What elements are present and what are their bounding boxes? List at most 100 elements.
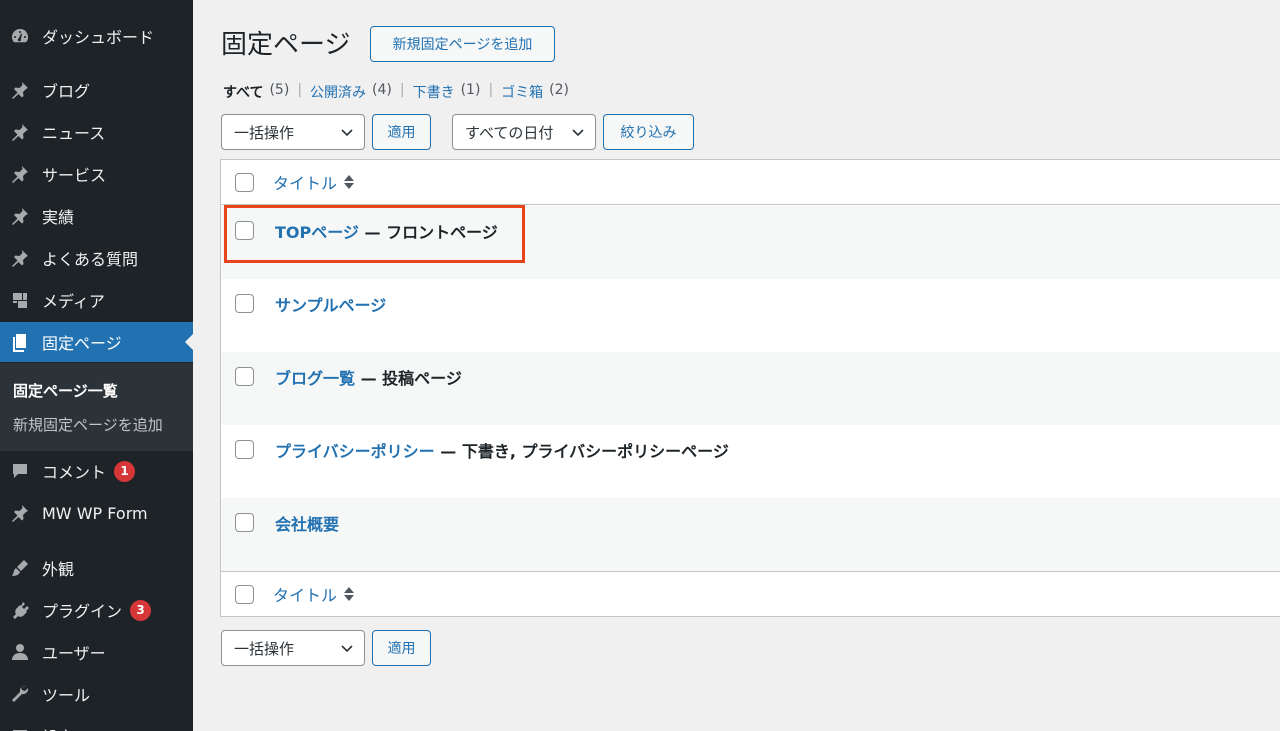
sidebar-item-faq[interactable]: よくある質問 (0, 238, 193, 278)
sort-icon (343, 174, 355, 190)
pin-icon (10, 80, 30, 100)
page-title-link[interactable]: サンプルページ (275, 296, 386, 315)
table-header: タイトル (221, 160, 1280, 205)
bulk-action-value: 一括操作 (234, 123, 295, 142)
select-all-checkbox[interactable] (235, 172, 254, 192)
sidebar-item-label: メディア (42, 292, 105, 311)
bulk-action-select-bottom[interactable]: 一括操作 (221, 630, 365, 666)
sidebar-item-label: 外観 (42, 560, 75, 579)
row-checkbox[interactable] (235, 221, 254, 240)
status-filter-links: すべて (5) | 公開済み (4) | 下書き (1) | ゴミ箱 (2) (223, 82, 569, 102)
sidebar-item-tools[interactable]: ツール (0, 674, 193, 714)
sidebar-item-works[interactable]: 実績 (0, 196, 193, 236)
column-title-footer[interactable]: タイトル (273, 582, 355, 606)
page-state: — 下書き, プライバシーポリシーページ (434, 442, 729, 461)
apply-button-bottom[interactable]: 適用 (372, 630, 431, 666)
page-title-link[interactable]: TOPページ (275, 223, 359, 242)
chevron-down-icon (571, 125, 585, 139)
row-checkbox[interactable] (235, 294, 254, 313)
sidebar-item-settings[interactable]: 設定 (0, 716, 193, 731)
filter-trash-count: (2) (549, 82, 569, 98)
page-title-link[interactable]: プライバシーポリシー (275, 442, 435, 461)
sidebar-item-label: ユーザー (42, 644, 106, 663)
sidebar-item-label: よくある質問 (42, 250, 139, 269)
sidebar-item-blog[interactable]: ブログ (0, 70, 193, 110)
plugin-icon (10, 600, 30, 620)
row-checkbox[interactable] (235, 440, 254, 459)
filter-draft-count: (1) (460, 82, 481, 98)
page-title-link[interactable]: ブログ一覧 (275, 369, 355, 388)
filter-separator: | (488, 82, 494, 98)
filter-trash[interactable]: ゴミ箱 (501, 82, 543, 102)
sidebar-item-comments[interactable]: コメント 1 (0, 451, 193, 491)
pin-icon (10, 122, 30, 142)
sidebar-item-appearance[interactable]: 外観 (0, 548, 193, 588)
sidebar-item-label: サービス (42, 166, 107, 185)
pin-icon (10, 206, 30, 226)
sidebar-item-label: ツール (42, 686, 91, 705)
apply-button-top[interactable]: 適用 (372, 114, 431, 150)
table-footer: タイトル (221, 571, 1280, 616)
sidebar-item-news[interactable]: ニュース (0, 112, 193, 152)
sidebar-item-service[interactable]: サービス (0, 154, 193, 194)
pin-icon (10, 503, 30, 523)
pages-submenu: 固定ページ一覧 新規固定ページを追加 (0, 363, 193, 451)
page-title-link[interactable]: 会社概要 (275, 515, 339, 534)
column-title-label: タイトル (273, 174, 338, 193)
comment-icon (10, 461, 30, 481)
sidebar-item-dashboard[interactable]: ダッシュボード (0, 16, 193, 56)
settings-icon (10, 726, 30, 731)
sidebar-item-mw-wp-form[interactable]: MW WP Form (0, 493, 193, 533)
table-row: サンプルページ (221, 279, 1280, 352)
sidebar-item-label: 実績 (42, 208, 75, 227)
sort-icon (343, 586, 355, 602)
bulk-action-select-top[interactable]: 一括操作 (221, 114, 365, 150)
page-state: — フロントページ (358, 223, 498, 242)
sidebar-item-plugins[interactable]: プラグイン 3 (0, 590, 193, 630)
pin-icon (10, 248, 30, 268)
admin-sidebar: ダッシュボード ブログ ニュース サービス 実績 よくある質問 メディア 固定ペ… (0, 0, 193, 731)
add-new-page-button[interactable]: 新規固定ページを追加 (370, 26, 555, 62)
pages-table: タイトル TOPページ — フロントページ サンプルページ ブログ一覧 — 投稿… (220, 159, 1280, 617)
page-state: — 投稿ページ (355, 369, 462, 388)
dashboard-icon (10, 26, 30, 46)
brush-icon (10, 558, 30, 578)
page-title: 固定ページ (221, 30, 351, 60)
date-filter-value: すべての日付 (465, 123, 554, 142)
select-all-checkbox-bottom[interactable] (235, 584, 254, 604)
filter-all-count: (5) (269, 82, 290, 98)
chevron-down-icon (340, 641, 354, 655)
sidebar-item-label: コメント (42, 463, 107, 482)
table-row: プライバシーポリシー — 下書き, プライバシーポリシーページ (221, 425, 1280, 498)
pin-icon (10, 164, 30, 184)
sidebar-item-users[interactable]: ユーザー (0, 632, 193, 672)
sidebar-item-label: ダッシュボード (42, 28, 155, 47)
plugin-update-badge: 3 (130, 599, 152, 621)
pages-icon (10, 332, 30, 352)
row-checkbox[interactable] (235, 513, 254, 532)
sidebar-item-label: プラグイン (42, 602, 123, 621)
sidebar-item-label: 固定ページ (42, 334, 122, 353)
sidebar-item-label: ブログ (42, 82, 91, 101)
filter-separator: | (399, 82, 405, 98)
filter-button[interactable]: 絞り込み (603, 114, 694, 150)
table-row: TOPページ — フロントページ (221, 206, 1280, 279)
column-title-header[interactable]: タイトル (273, 170, 355, 194)
filter-all[interactable]: すべて (223, 82, 263, 102)
filter-draft[interactable]: 下書き (413, 82, 455, 102)
sidebar-item-pages[interactable]: 固定ページ (0, 322, 193, 362)
user-icon (10, 642, 30, 662)
media-icon (10, 290, 30, 310)
filter-published[interactable]: 公開済み (310, 82, 366, 102)
date-filter-select[interactable]: すべての日付 (452, 114, 596, 150)
table-row: 会社概要 (221, 498, 1280, 571)
main-content: 固定ページ 新規固定ページを追加 すべて (5) | 公開済み (4) | 下書… (193, 0, 1280, 731)
sidebar-item-media[interactable]: メディア (0, 280, 193, 320)
row-checkbox[interactable] (235, 367, 254, 386)
submenu-item-add-page[interactable]: 新規固定ページを追加 (13, 414, 163, 435)
wrench-icon (10, 684, 30, 704)
column-title-label: タイトル (273, 586, 338, 605)
submenu-item-all-pages[interactable]: 固定ページ一覧 (13, 380, 118, 401)
chevron-down-icon (340, 125, 354, 139)
table-row: ブログ一覧 — 投稿ページ (221, 352, 1280, 425)
